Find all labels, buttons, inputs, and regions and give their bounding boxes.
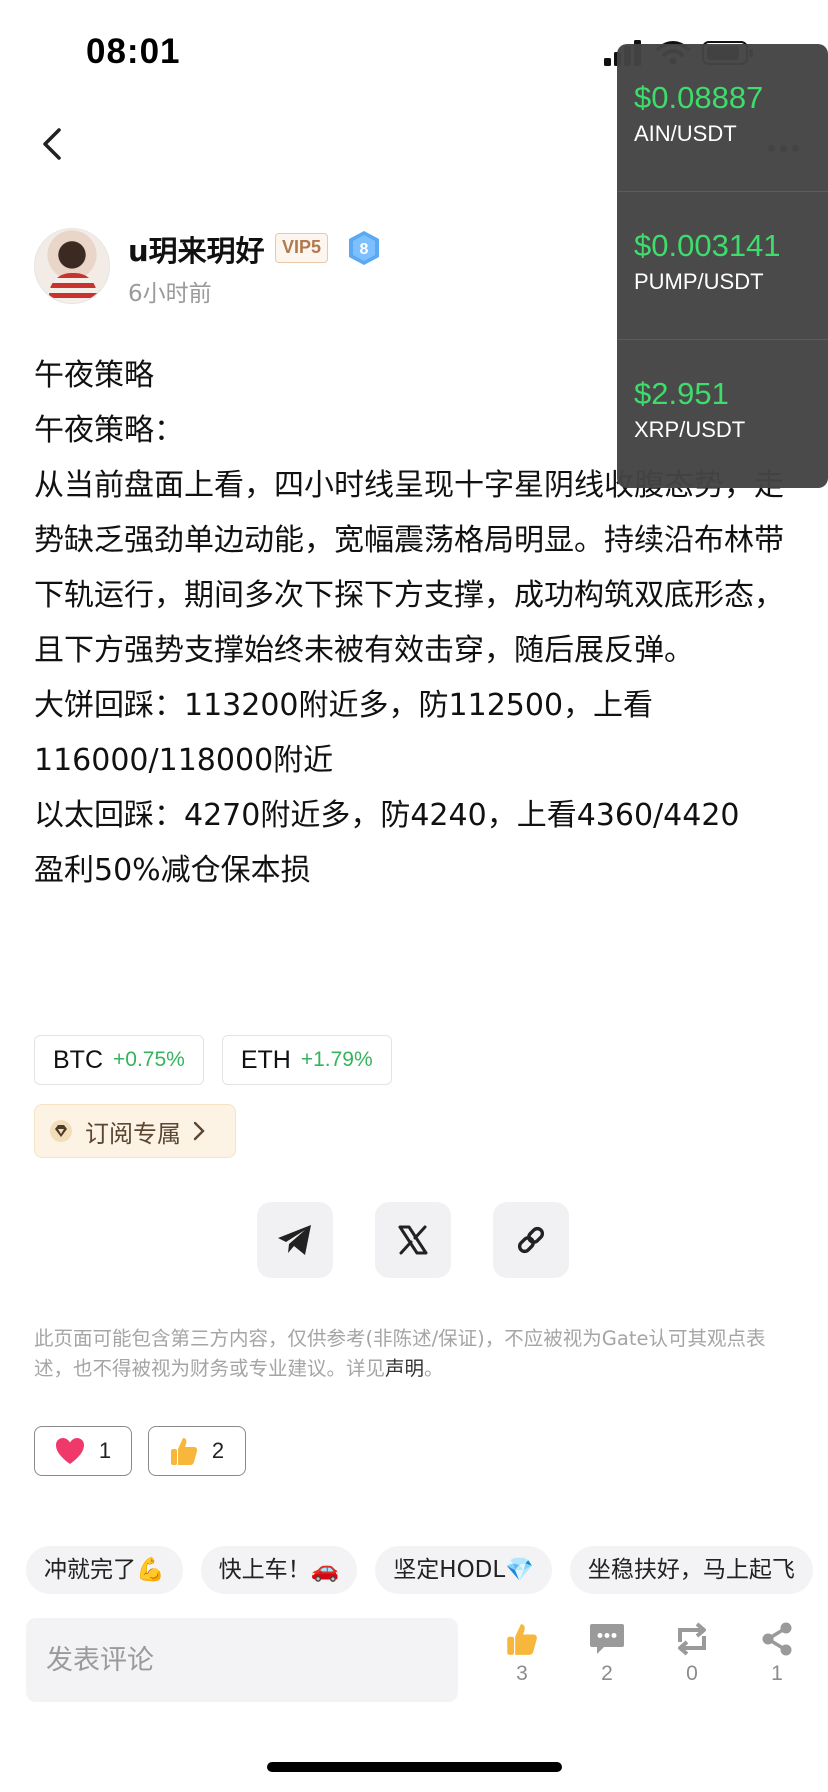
vip-badge: VIP5 [275,233,329,263]
price-value: $0.003141 [634,228,781,263]
price-item-xrp[interactable]: $2.951 XRP/USDT [617,340,828,488]
reaction-heart[interactable]: 1 [34,1426,132,1476]
comment-action[interactable]: 2 [577,1622,637,1686]
price-pair: AIN/USDT [634,121,737,146]
quick-comment-chip[interactable]: 冲就完了💪 [26,1546,183,1594]
thumbs-up-icon [507,1624,537,1655]
post-line: 以太回踩：4270附近多，防4240，上看4360/4420 [34,798,740,833]
price-pair: PUMP/USDT [634,269,764,294]
comment-count: 2 [601,1662,613,1685]
price-value: $0.08887 [634,80,764,115]
telegram-icon [278,1225,311,1255]
reaction-count: 2 [211,1438,225,1463]
level-badge-number: 8 [360,241,369,258]
diamond-icon [50,1120,72,1142]
disclaimer: 此页面可能包含第三方内容，仅供参考(非陈述/保证)，不应被视为Gate认可其观点… [34,1324,794,1384]
price-item-ain[interactable]: $0.08887 AIN/USDT [617,44,828,192]
post-line: 从当前盘面上看，四小时线呈现十字星阴线收腹态势，走势缺乏强劲单边动能，宽幅震荡格… [34,468,784,668]
share-icon [762,1622,792,1656]
repost-icon [678,1622,706,1656]
copy-link-button[interactable] [493,1202,569,1278]
quick-comment-chip[interactable]: 坚定HODL💎 [375,1546,552,1594]
chevron-left-icon [43,128,61,160]
chevron-right-icon [193,1121,205,1141]
quick-comment-chip[interactable]: 坐稳扶好，马上起飞 [569,1546,813,1594]
heart-icon [55,1438,84,1464]
reaction-row: 1 2 [34,1426,246,1476]
price-item-pump[interactable]: $0.003141 PUMP/USDT [617,192,828,340]
author-name[interactable]: u玥来玥好 [128,228,265,270]
ticker-symbol: BTC [53,1045,103,1074]
ticker-row: BTC +0.75% ETH +1.79% [34,1035,392,1085]
comment-icon [590,1624,624,1654]
ticker-eth[interactable]: ETH +1.79% [221,1035,392,1085]
subscribe-label: 订阅专属 [85,1119,181,1148]
share-action[interactable]: 1 [747,1622,807,1686]
repost-count: 0 [686,1662,698,1685]
x-icon [398,1225,428,1255]
status-time: 08:01 [86,32,181,71]
ticker-symbol: ETH [240,1045,291,1074]
home-indicator [267,1762,562,1772]
like-count: 3 [516,1662,528,1685]
level-badge: 8 [347,230,381,266]
quick-comment-row: 冲就完了💪 快上车！🚗 坚定HODL💎 坐稳扶好，马上起飞 [26,1546,813,1594]
post-time: 6小时前 [128,281,212,307]
disclaimer-end: 。 [424,1357,444,1380]
share-x-button[interactable] [375,1202,451,1278]
ticker-btc[interactable]: BTC +0.75% [34,1035,204,1085]
comment-input[interactable] [26,1618,458,1702]
price-pair: XRP/USDT [634,417,746,442]
reaction-thumbs-up[interactable]: 2 [148,1426,246,1476]
share-row [257,1202,569,1278]
avatar[interactable] [34,228,110,304]
share-telegram-button[interactable] [257,1202,333,1278]
ticker-change: +1.79% [300,1048,373,1071]
ticker-change: +0.75% [113,1048,185,1071]
like-action[interactable]: 3 [492,1622,552,1686]
repost-action[interactable]: 0 [662,1622,722,1686]
subscribe-button[interactable]: 订阅专属 [34,1104,236,1158]
back-button[interactable] [30,122,74,166]
disclaimer-link[interactable]: 声明 [385,1357,424,1380]
share-count: 1 [771,1662,783,1685]
price-overlay[interactable]: $0.08887 AIN/USDT $0.003141 PUMP/USDT $2… [617,44,828,488]
post-line: 大饼回踩：113200附近多，防112500，上看116000/118000附近 [34,688,654,778]
price-value: $2.951 [634,376,729,411]
quick-comment-chip[interactable]: 快上车！🚗 [200,1546,358,1594]
post-line: 盈利50%减仓保本损 [34,853,311,888]
reaction-count: 1 [98,1438,112,1463]
link-icon [517,1226,545,1254]
thumbs-up-icon [170,1438,197,1465]
